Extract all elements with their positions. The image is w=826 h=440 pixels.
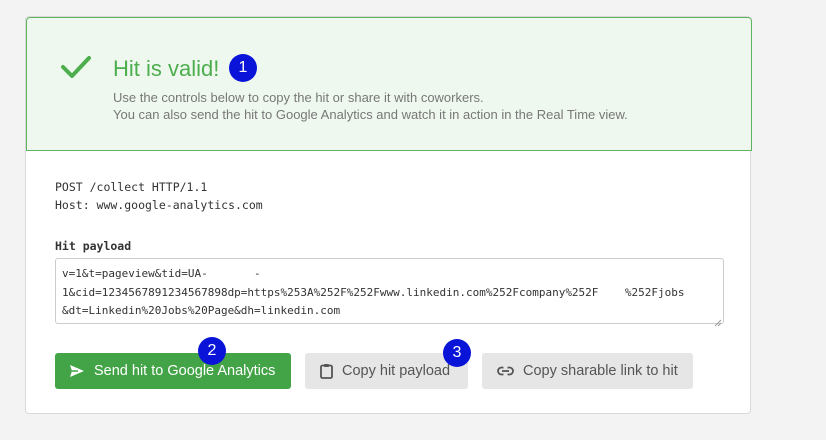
copy-link-button[interactable]: Copy sharable link to hit: [482, 353, 693, 389]
validation-banner: Hit is valid! Use the controls below to …: [26, 17, 752, 151]
banner-description-line-1: Use the controls below to copy the hit o…: [113, 90, 484, 105]
resize-grip-icon[interactable]: [714, 314, 722, 332]
annotation-badge-2: 2: [198, 337, 226, 365]
link-icon: [497, 366, 514, 376]
banner-title: Hit is valid!: [113, 56, 220, 81]
banner-description-line-2: You can also send the hit to Google Anal…: [113, 107, 628, 122]
send-icon: [69, 364, 85, 378]
copy-payload-button-label: Copy hit payload: [342, 363, 451, 379]
send-hit-button[interactable]: Send hit to Google Analytics: [55, 353, 291, 389]
clipboard-icon: [320, 363, 333, 379]
send-hit-button-label: Send hit to Google Analytics: [94, 363, 276, 379]
hit-result-card: Hit is valid! Use the controls below to …: [25, 16, 752, 414]
check-icon: [60, 54, 92, 85]
copy-link-button-label: Copy sharable link to hit: [523, 363, 678, 379]
payload-textarea[interactable]: v=1&t=pageview&tid=UA- - 1&cid=123456789…: [55, 258, 724, 324]
payload-label: Hit payload: [55, 239, 132, 253]
request-line: POST /collect HTTP/1.1: [55, 180, 208, 194]
annotation-badge-3: 3: [443, 339, 471, 367]
annotation-badge-1: 1: [229, 54, 257, 82]
host-line: Host: www.google-analytics.com: [55, 198, 263, 212]
